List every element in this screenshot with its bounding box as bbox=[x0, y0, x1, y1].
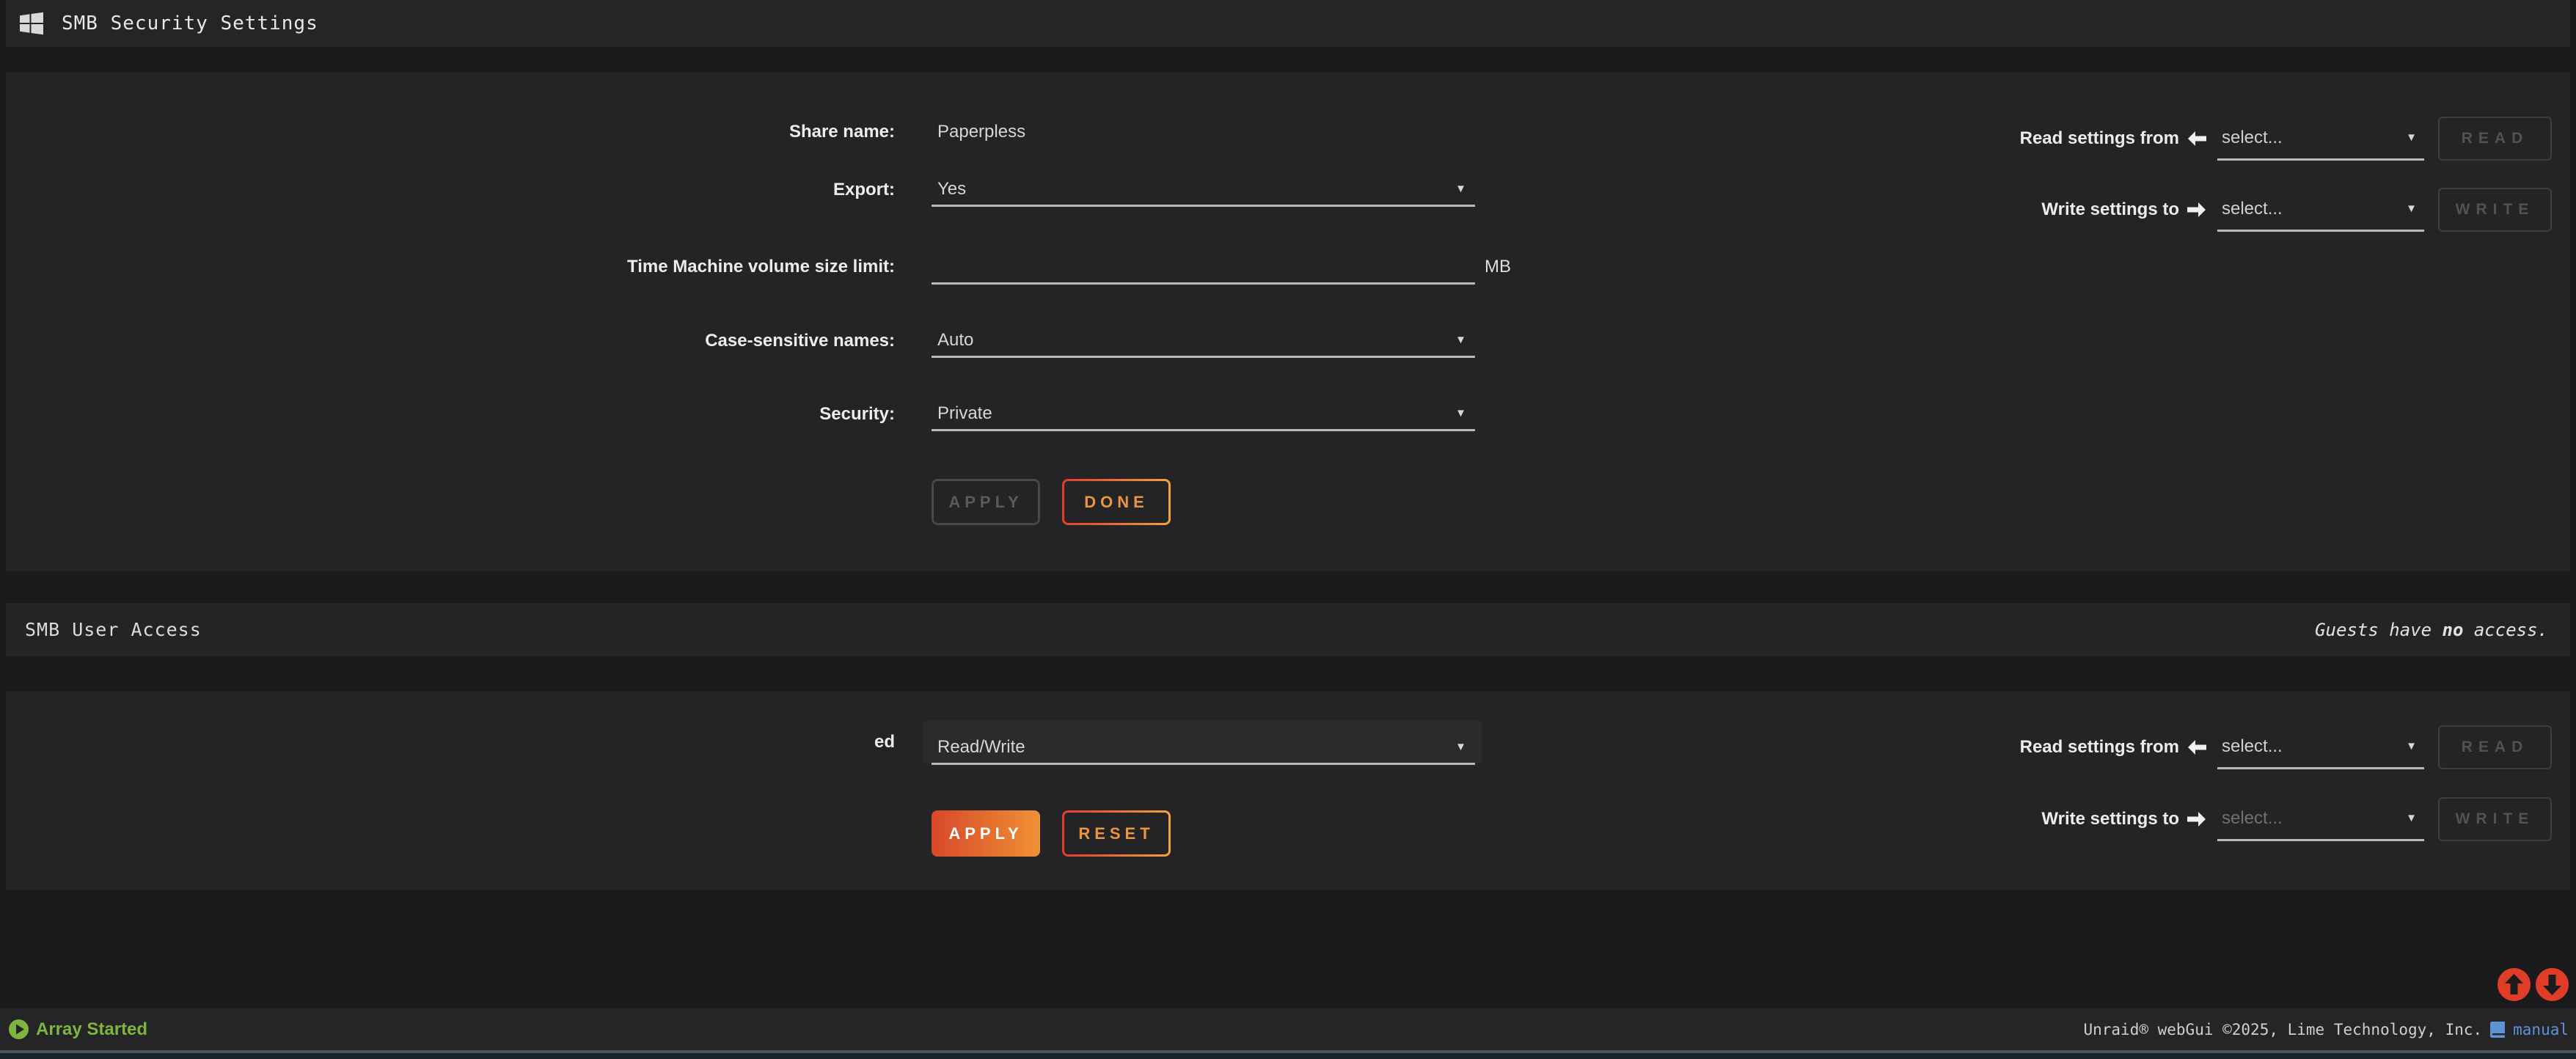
security-select[interactable]: Private ▼ bbox=[932, 397, 1475, 431]
time-machine-unit: MB bbox=[1485, 249, 1511, 285]
chevron-down-icon: ▼ bbox=[1455, 741, 1466, 753]
array-status: Array Started bbox=[9, 1019, 147, 1040]
case-sensitive-select[interactable]: Auto ▼ bbox=[932, 324, 1475, 358]
read-settings-row: Read settings from select... ▼ READ bbox=[2020, 116, 2552, 161]
scroll-buttons bbox=[2498, 968, 2569, 1001]
write-button[interactable]: WRITE bbox=[2438, 188, 2552, 232]
bottom-edge-fill bbox=[0, 1053, 2576, 1059]
chevron-down-icon: ▼ bbox=[1455, 407, 1466, 419]
chevron-down-icon: ▼ bbox=[2406, 812, 2417, 824]
apply-button[interactable]: APPLY bbox=[932, 810, 1040, 857]
page-title: SMB Security Settings bbox=[62, 12, 318, 34]
time-machine-limit-label: Time Machine volume size limit: bbox=[6, 249, 895, 285]
smb-security-panel: Share name: Paperpless Export: Yes ▼ Tim… bbox=[6, 73, 2570, 571]
play-circle-icon bbox=[9, 1019, 29, 1039]
smb-user-access-title: SMB User Access bbox=[25, 619, 202, 640]
arrow-left-icon bbox=[2187, 739, 2207, 755]
user-label: ed bbox=[6, 721, 895, 763]
arrow-left-icon bbox=[2187, 131, 2207, 147]
export-label: Export: bbox=[6, 173, 895, 207]
guest-access-note: Guests have no access. bbox=[2315, 620, 2548, 640]
case-sensitive-label: Case-sensitive names: bbox=[6, 324, 895, 358]
done-button[interactable]: DONE bbox=[1062, 479, 1171, 525]
read-settings-select[interactable]: select... ▼ bbox=[2217, 117, 2424, 161]
user-access-select[interactable]: Read/Write ▼ bbox=[932, 731, 1475, 765]
footer-right: Unraid® webGui ©2025, Lime Technology, I… bbox=[2083, 1021, 2569, 1038]
page-header: SMB Security Settings bbox=[6, 0, 2570, 47]
manual-link[interactable]: manual bbox=[2513, 1021, 2569, 1038]
book-icon bbox=[2489, 1021, 2506, 1038]
windows-logo-icon bbox=[19, 11, 44, 36]
chevron-down-icon: ▼ bbox=[2406, 131, 2417, 144]
array-status-text: Array Started bbox=[36, 1019, 147, 1040]
read-settings-label: Read settings from bbox=[2020, 128, 2179, 149]
share-name-label: Share name: bbox=[6, 117, 895, 147]
footer-bar: Array Started Unraid® webGui ©2025, Lime… bbox=[0, 1008, 2576, 1050]
apply-button[interactable]: APPLY bbox=[932, 479, 1040, 525]
bottom-edge bbox=[0, 1050, 2576, 1059]
write-settings-select[interactable]: select... ▼ bbox=[2217, 188, 2424, 232]
read-button[interactable]: READ bbox=[2438, 117, 2552, 161]
chevron-down-icon: ▼ bbox=[1455, 334, 1466, 346]
chevron-down-icon: ▼ bbox=[1455, 183, 1466, 195]
smb-user-access-header: SMB User Access Guests have no access. bbox=[6, 603, 2570, 656]
write-settings-select[interactable]: select... ▼ bbox=[2217, 797, 2424, 841]
smb-user-access-panel: ed Read/Write ▼ APPLY RESET Read setting… bbox=[6, 692, 2570, 890]
read-settings-label: Read settings from bbox=[2020, 737, 2179, 758]
read-settings-row: Read settings from select... ▼ READ bbox=[2020, 725, 2552, 770]
write-settings-row: Write settings to select... ▼ WRITE bbox=[2041, 187, 2552, 232]
reset-button[interactable]: RESET bbox=[1062, 810, 1171, 857]
scroll-down-icon[interactable] bbox=[2536, 968, 2569, 1001]
chevron-down-icon: ▼ bbox=[2406, 202, 2417, 215]
write-settings-label: Write settings to bbox=[2041, 809, 2179, 829]
time-machine-limit-input[interactable] bbox=[932, 251, 1475, 285]
export-select[interactable]: Yes ▼ bbox=[932, 173, 1475, 207]
write-settings-label: Write settings to bbox=[2041, 199, 2179, 220]
write-button[interactable]: WRITE bbox=[2438, 797, 2552, 841]
chevron-down-icon: ▼ bbox=[2406, 740, 2417, 752]
security-label: Security: bbox=[6, 397, 895, 431]
copyright-text: Unraid® webGui ©2025, Lime Technology, I… bbox=[2083, 1021, 2482, 1038]
share-name-value: Paperpless bbox=[937, 117, 1025, 147]
read-settings-select[interactable]: select... ▼ bbox=[2217, 725, 2424, 769]
read-button[interactable]: READ bbox=[2438, 725, 2552, 769]
write-settings-row: Write settings to select... ▼ WRITE bbox=[2041, 796, 2552, 842]
arrow-right-icon bbox=[2187, 811, 2207, 827]
arrow-right-icon bbox=[2187, 202, 2207, 218]
scroll-up-icon[interactable] bbox=[2498, 968, 2531, 1001]
